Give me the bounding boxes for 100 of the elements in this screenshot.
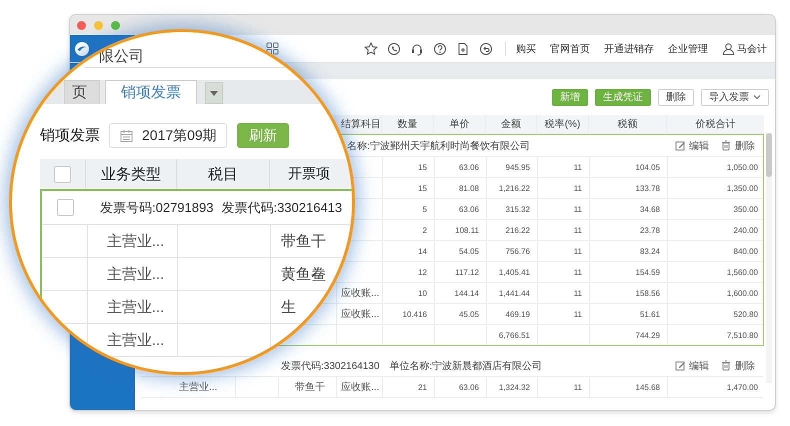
grid-icon[interactable] — [266, 42, 279, 55]
customer-name: 名称:宁波鄞州天宇航利时尚餐饮有限公司 — [347, 140, 530, 152]
column-header: 价税合计 — [696, 118, 736, 131]
column-header: 结算科目 — [341, 118, 381, 131]
tab[interactable]: 页 — [64, 80, 100, 104]
table-cell: 54.05 — [458, 246, 479, 256]
filter-label: 销项发票 — [40, 126, 100, 145]
table-cell: 144.14 — [454, 288, 479, 298]
table-cell: 469.19 — [506, 310, 530, 318]
table-cell: 1,560.00 — [726, 268, 758, 276]
invoice-code: 发票代码:330216413 — [221, 198, 342, 216]
period-field[interactable]: 2017第09期 — [109, 123, 227, 148]
table-cell: 1,600.00 — [726, 288, 758, 298]
table-cell: 生 — [280, 298, 296, 316]
table-cell: 108.11 — [455, 226, 479, 234]
table-cell: 11 — [574, 288, 582, 298]
column-header: 税额 — [618, 118, 638, 131]
customer-name: 单位名称:宁波新晨都酒店有限公司 — [389, 360, 542, 372]
toolbar-button[interactable]: 导入发票 — [701, 88, 769, 106]
table-cell: 带鱼干 — [280, 232, 326, 250]
table-cell: 145.68 — [636, 382, 660, 392]
table-cell: 5 — [422, 204, 427, 214]
toolbar-button[interactable]: 删除 — [658, 88, 694, 106]
table-cell: 黄鱼鲞 — [280, 264, 326, 284]
table-cell: 1,050.00 — [726, 162, 758, 172]
total-cell: 744.29 — [636, 330, 660, 340]
table-cell: 45.05 — [458, 310, 479, 318]
total-cell: 7,510.80 — [726, 330, 758, 340]
tab[interactable]: 销项发票 — [105, 80, 197, 104]
delete-button[interactable]: 删除 — [721, 358, 755, 372]
table-cell-text: 应收账... — [341, 308, 380, 321]
edit-button[interactable]: 编辑 — [675, 358, 709, 372]
nav-link[interactable]: 开通进销存 — [604, 42, 654, 56]
table-cell: 23.78 — [640, 226, 660, 234]
calendar-icon — [120, 129, 133, 142]
table-cell: 2 — [422, 226, 427, 234]
headset-icon[interactable] — [410, 42, 424, 56]
nav-link[interactable]: 购买 — [516, 42, 536, 56]
table-cell: 1,441.44 — [498, 288, 530, 298]
table-cell: 10 — [418, 288, 427, 298]
table-cell: 133.78 — [636, 184, 660, 192]
edit-button[interactable]: 编辑 — [675, 138, 709, 152]
column-header: 税率(%) — [544, 118, 580, 131]
user-icon — [722, 42, 735, 56]
table-cell: 520.80 — [734, 310, 758, 318]
table-cell: 主营业... — [106, 330, 164, 350]
table-cell: 1,350.00 — [726, 184, 758, 192]
table-cell: 63.06 — [458, 382, 479, 392]
tab-menu-button[interactable] — [205, 82, 223, 104]
table-cell: 158.56 — [636, 288, 660, 298]
table-cell: 840.00 — [734, 246, 758, 256]
trash-icon — [721, 140, 732, 151]
checkbox[interactable] — [56, 199, 74, 216]
edit-icon — [675, 360, 686, 371]
table-cell: 51.61 — [640, 310, 660, 318]
table-cell: 350.00 — [734, 204, 758, 214]
table-cell: 10.416 — [402, 310, 427, 318]
document-icon[interactable] — [456, 42, 470, 56]
table-cell-text: 主营业... — [179, 380, 218, 394]
scrollbar-thumb[interactable] — [766, 133, 772, 177]
table-cell: 63.06 — [458, 162, 479, 172]
help-icon[interactable] — [433, 42, 447, 56]
caret-icon — [209, 89, 219, 97]
table-cell: 12 — [418, 268, 427, 276]
table-cell-text: 带鱼干 — [295, 380, 325, 394]
delete-button[interactable]: 删除 — [721, 138, 755, 152]
table-cell: 主营业... — [106, 298, 164, 316]
table-cell: 34.68 — [640, 204, 660, 214]
phone-icon[interactable] — [387, 42, 401, 56]
table-cell: 1,470.00 — [726, 382, 758, 392]
table-cell: 1,216.22 — [498, 184, 530, 192]
table-cell: 15 — [418, 162, 427, 172]
table-cell: 11 — [574, 226, 582, 234]
column-header: 业务类型 — [86, 159, 177, 189]
column-header: 数量 — [398, 118, 418, 131]
table-cell: 81.08 — [458, 184, 479, 192]
back-icon[interactable] — [479, 42, 493, 56]
table-cell: 117.12 — [455, 268, 479, 276]
star-icon[interactable] — [364, 42, 378, 56]
table-cell: 主营业... — [106, 264, 164, 284]
table-cell: 945.95 — [506, 162, 530, 172]
checkbox[interactable] — [54, 166, 71, 182]
nav-link[interactable]: 企业管理 — [668, 42, 708, 56]
table-cell: 11 — [574, 184, 582, 192]
table-cell: 83.24 — [640, 246, 660, 256]
table-cell-text: 应收账... — [341, 380, 380, 394]
nav-link[interactable]: 官网首页 — [550, 42, 590, 56]
column-header: 税目 — [177, 159, 270, 189]
column-header: 单价 — [450, 118, 470, 131]
invoice-number: 发票号码:02791893 — [100, 198, 214, 216]
table-cell: 240.00 — [734, 226, 758, 234]
table-cell: 104.05 — [636, 162, 660, 172]
column-header: 开票项 — [270, 159, 352, 189]
column-header: 金额 — [501, 118, 521, 131]
table-cell: 11 — [574, 382, 582, 392]
table-cell: 11 — [574, 246, 582, 256]
table-cell: 315.32 — [506, 204, 530, 214]
logo-icon — [74, 40, 90, 56]
table-cell: 11 — [574, 162, 582, 172]
user-menu[interactable]: 马会计 — [722, 42, 767, 56]
